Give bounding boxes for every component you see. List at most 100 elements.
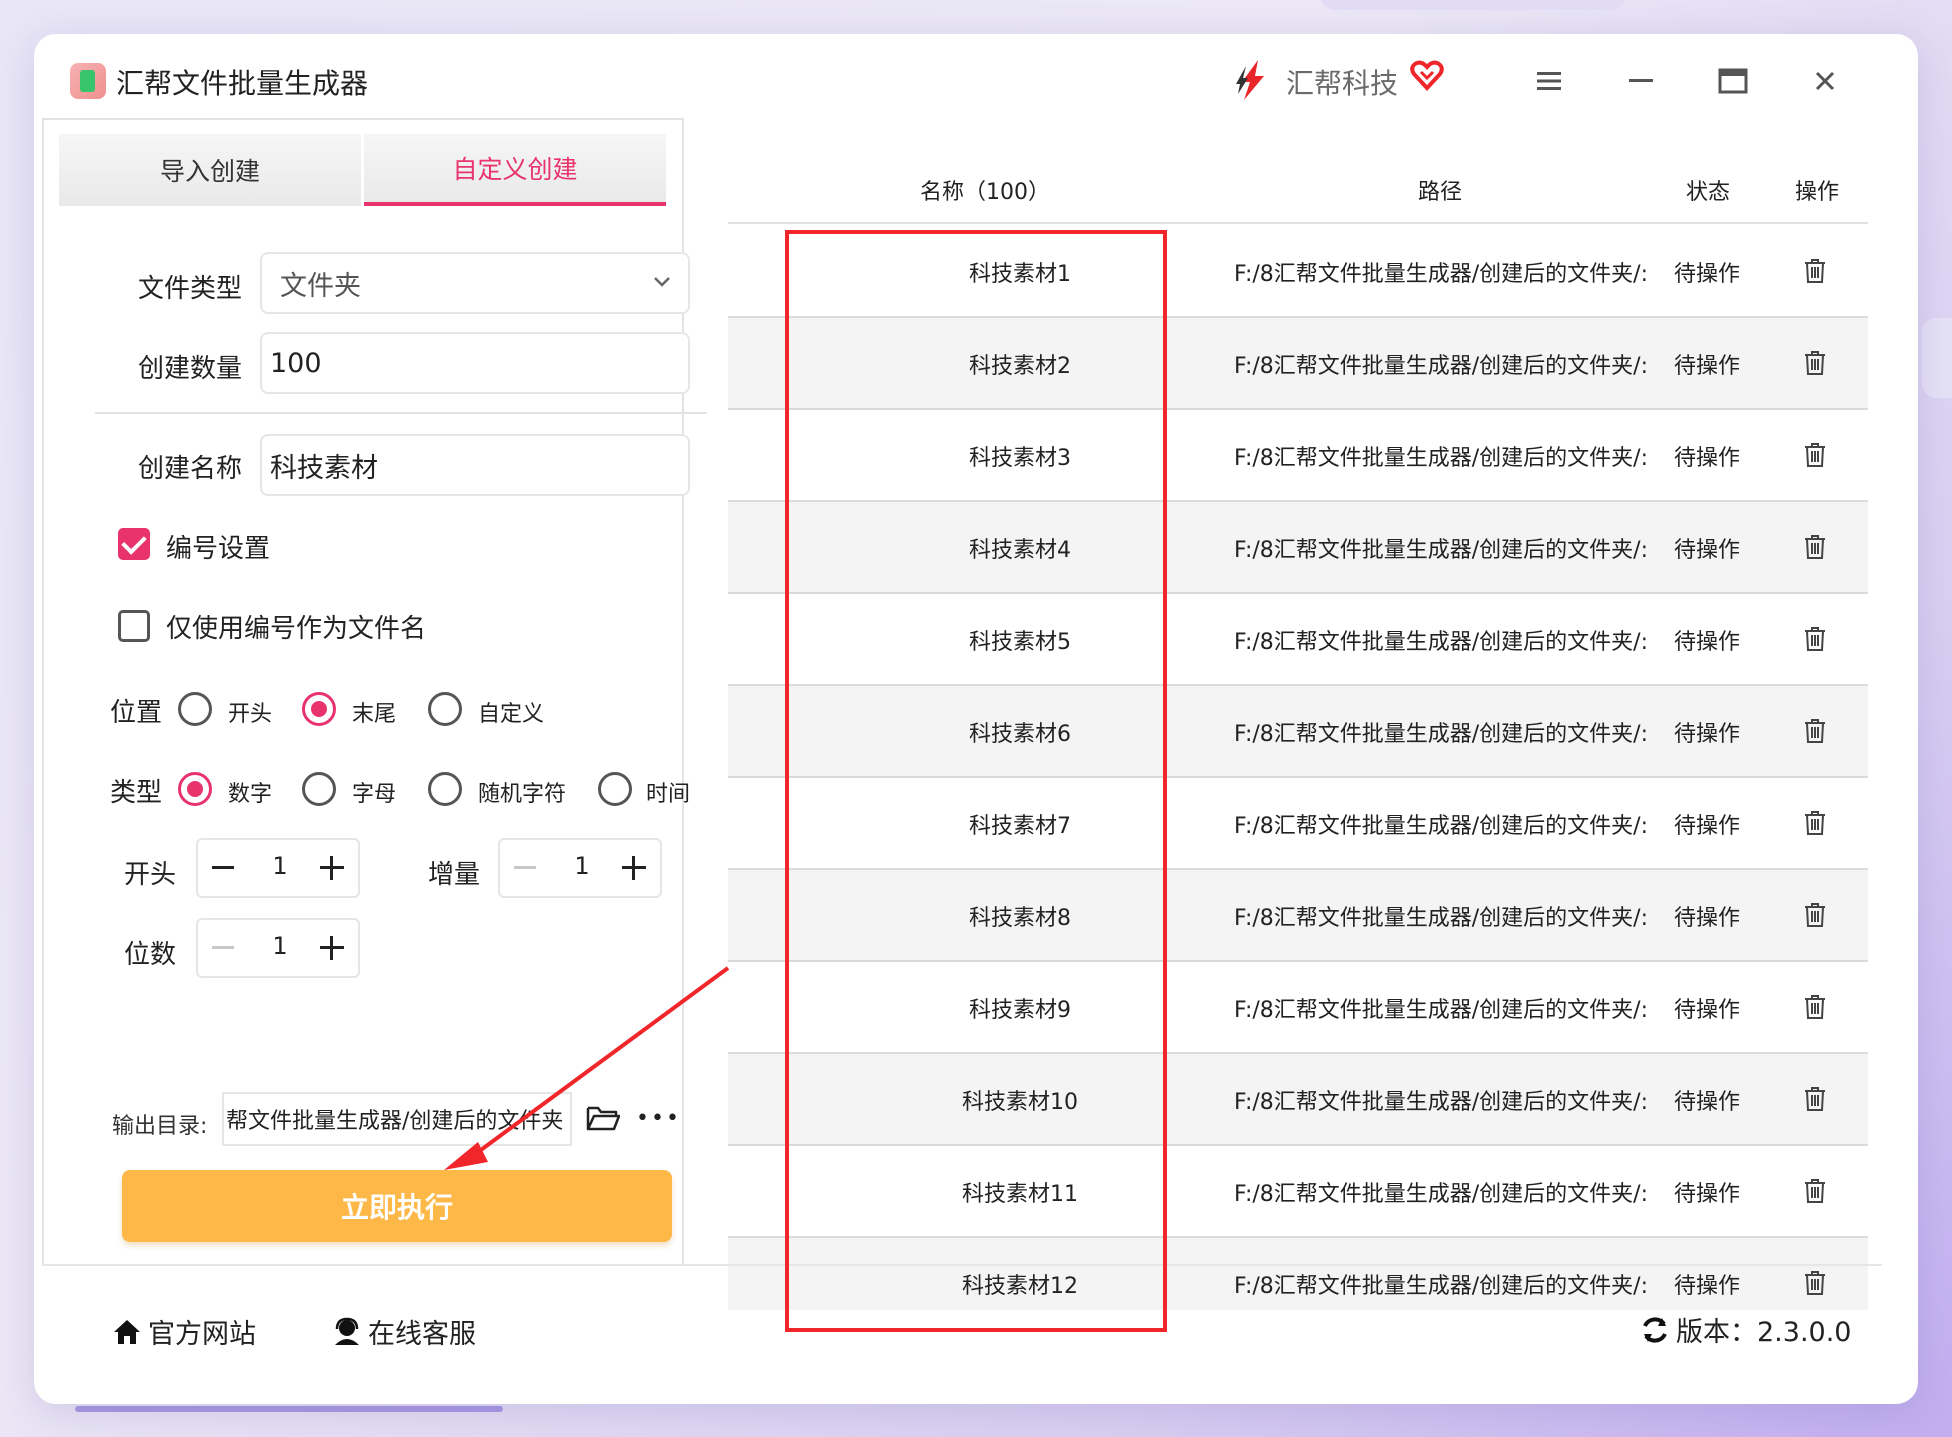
row-status: 待操作	[1674, 262, 1741, 287]
row-status: 待操作	[1674, 1182, 1741, 1207]
plus-icon[interactable]	[320, 856, 344, 880]
minus-icon[interactable]	[212, 866, 234, 869]
digits-label: 位数	[124, 940, 177, 970]
file-type-label: 文件类型	[138, 274, 243, 304]
row-path: F:/8汇帮文件批量生成器/创建后的文件夹/:	[1234, 1182, 1649, 1207]
trash-icon[interactable]	[1804, 810, 1826, 836]
minus-icon[interactable]	[212, 946, 234, 949]
create-count-label: 创建数量	[138, 354, 243, 384]
trash-icon[interactable]	[1804, 626, 1826, 652]
create-count-input[interactable]: 100	[260, 332, 690, 394]
minimize-button[interactable]	[1618, 58, 1664, 104]
plus-icon[interactable]	[320, 936, 344, 960]
type-radio-number[interactable]	[178, 772, 212, 806]
file-type-value: 文件夹	[280, 270, 361, 302]
version-info: 版本：2.3.0.0	[1640, 1310, 1851, 1349]
menu-icon	[1537, 72, 1561, 90]
increment-value[interactable]: 1	[560, 852, 604, 880]
row-status: 待操作	[1674, 1090, 1741, 1115]
app-title: 汇帮文件批量生成器	[116, 67, 369, 100]
only-number-checkbox[interactable]	[118, 610, 150, 642]
column-header-action[interactable]: 操作	[1795, 174, 1839, 206]
trash-icon[interactable]	[1804, 350, 1826, 376]
trash-icon[interactable]	[1804, 994, 1826, 1020]
output-dir-label: 输出目录:	[112, 1114, 208, 1139]
online-support-label: 在线客服	[368, 1319, 476, 1350]
position-option-start: 开头	[228, 702, 273, 727]
tab-custom-create[interactable]: 自定义创建	[364, 134, 666, 206]
row-path: F:/8汇帮文件批量生成器/创建后的文件夹/:	[1234, 446, 1649, 471]
plus-icon[interactable]	[622, 856, 646, 880]
start-value[interactable]: 1	[258, 852, 302, 880]
digits-stepper: 1	[196, 918, 360, 978]
type-option-time: 时间	[646, 782, 691, 807]
numbering-checkbox[interactable]	[118, 528, 150, 560]
background-bar	[75, 1406, 503, 1412]
close-button[interactable]	[1802, 58, 1848, 104]
divider	[95, 412, 707, 414]
position-radio-custom[interactable]	[428, 692, 462, 726]
trash-icon[interactable]	[1804, 258, 1826, 284]
trash-icon[interactable]	[1804, 1270, 1826, 1296]
row-status: 待操作	[1674, 814, 1741, 839]
minimize-icon	[1629, 79, 1653, 82]
trash-icon[interactable]	[1804, 902, 1826, 928]
trash-icon[interactable]	[1804, 534, 1826, 560]
digits-value[interactable]: 1	[258, 932, 302, 960]
type-option-number: 数字	[228, 782, 273, 807]
position-label: 位置	[110, 698, 163, 728]
maximize-button[interactable]	[1710, 58, 1756, 104]
official-website-label: 官方网站	[148, 1319, 256, 1350]
menu-button[interactable]	[1526, 58, 1572, 104]
home-icon	[114, 1319, 140, 1344]
type-radio-random[interactable]	[428, 772, 462, 806]
type-radio-letter[interactable]	[302, 772, 336, 806]
more-icon[interactable]: •••	[636, 1108, 681, 1130]
trash-icon[interactable]	[1804, 442, 1826, 468]
output-dir-input[interactable]: 帮文件批量生成器/创建后的文件夹	[222, 1092, 572, 1146]
type-radio-time[interactable]	[598, 772, 632, 806]
type-option-letter: 字母	[352, 782, 397, 807]
brand-logo-icon	[1236, 60, 1264, 100]
position-radio-end[interactable]	[302, 692, 336, 726]
app-icon	[70, 63, 106, 99]
row-path: F:/8汇帮文件批量生成器/创建后的文件夹/:	[1234, 814, 1649, 839]
table-header-divider	[728, 222, 1868, 224]
row-path: F:/8汇帮文件批量生成器/创建后的文件夹/:	[1234, 998, 1649, 1023]
heart-icon[interactable]	[1410, 58, 1444, 92]
increment-label: 增量	[428, 860, 481, 890]
brand-name: 汇帮科技	[1286, 67, 1399, 100]
version-label: 版本：2.3.0.0	[1676, 1317, 1852, 1348]
trash-icon[interactable]	[1804, 1178, 1826, 1204]
position-radio-start[interactable]	[178, 692, 212, 726]
row-path: F:/8汇帮文件批量生成器/创建后的文件夹/:	[1234, 538, 1649, 563]
minus-icon[interactable]	[514, 866, 536, 869]
column-header-path[interactable]: 路径	[1418, 174, 1462, 206]
trash-icon[interactable]	[1804, 1086, 1826, 1112]
row-path: F:/8汇帮文件批量生成器/创建后的文件夹/:	[1234, 906, 1649, 931]
run-now-button[interactable]: 立即执行	[122, 1170, 672, 1242]
row-status: 待操作	[1674, 906, 1741, 931]
tab-import-create[interactable]: 导入创建	[59, 134, 361, 206]
background-shape	[1922, 318, 1952, 398]
row-path: F:/8汇帮文件批量生成器/创建后的文件夹/:	[1234, 1274, 1649, 1299]
row-status: 待操作	[1674, 998, 1741, 1023]
refresh-icon[interactable]	[1640, 1315, 1670, 1345]
start-label: 开头	[124, 860, 177, 890]
create-name-input[interactable]: 科技素材	[260, 434, 690, 496]
trash-icon[interactable]	[1804, 718, 1826, 744]
increment-stepper: 1	[498, 838, 662, 898]
close-icon	[1815, 71, 1835, 91]
official-website-link[interactable]: 官方网站	[112, 1312, 256, 1351]
row-status: 待操作	[1674, 446, 1741, 471]
row-status: 待操作	[1674, 722, 1741, 747]
file-type-select[interactable]: 文件夹	[260, 252, 690, 314]
column-header-name[interactable]: 名称（100）	[920, 174, 1050, 206]
maximize-icon	[1718, 68, 1748, 94]
column-header-status[interactable]: 状态	[1686, 174, 1730, 206]
position-option-custom: 自定义	[478, 702, 545, 727]
online-support-link[interactable]: 在线客服	[332, 1312, 476, 1351]
create-name-label: 创建名称	[138, 454, 243, 484]
folder-open-icon[interactable]	[586, 1104, 620, 1132]
support-agent-icon	[335, 1317, 359, 1345]
